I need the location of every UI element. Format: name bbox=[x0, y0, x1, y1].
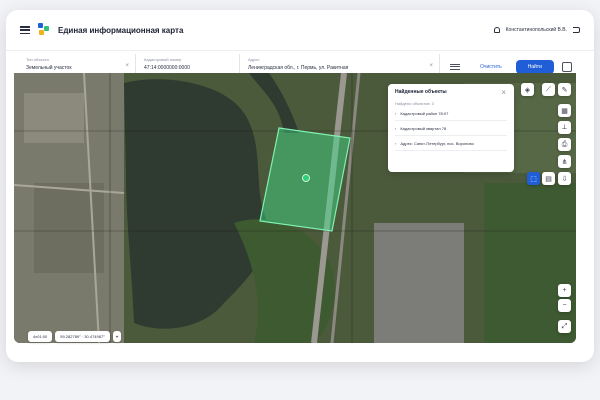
clear-field-icon[interactable]: × bbox=[429, 63, 433, 69]
field-value: 47:14:0000000:0000 bbox=[144, 64, 190, 71]
zoom-readout: 4x01:00 bbox=[28, 331, 53, 342]
urban-block bbox=[24, 93, 84, 143]
ruler-icon[interactable]: ⟋ bbox=[542, 83, 555, 96]
filter-list-icon[interactable] bbox=[448, 60, 462, 74]
app-header: Единая информационная карта Константиноп… bbox=[6, 10, 594, 50]
export-icon[interactable]: ⇩ bbox=[558, 172, 571, 185]
field-label: Тип объекта bbox=[26, 56, 49, 62]
app-title: Единая информационная карта bbox=[58, 25, 184, 35]
results-title: Найденные объекты bbox=[395, 89, 447, 95]
clear-button[interactable]: Очистить bbox=[470, 60, 512, 74]
basemap-icon[interactable]: ▦ bbox=[558, 104, 571, 117]
result-item[interactable]: › Адрес: Санкт-Петербург, пос. Вороново bbox=[395, 136, 507, 151]
forest-area bbox=[484, 183, 576, 343]
share-icon[interactable]: ⋔ bbox=[558, 155, 571, 168]
result-label: Адрес: Санкт-Петербург, пос. Вороново bbox=[400, 141, 474, 146]
draw-icon[interactable]: ✎ bbox=[558, 83, 571, 96]
layers-grid-icon[interactable] bbox=[561, 61, 572, 72]
user-area: Константинопольский В.В. bbox=[493, 27, 580, 33]
industrial-area bbox=[374, 223, 464, 343]
print-icon[interactable]: ⎙ bbox=[558, 138, 571, 151]
clear-field-icon[interactable]: × bbox=[125, 63, 129, 69]
select-area-icon[interactable]: ⬚ bbox=[527, 172, 540, 185]
result-label: Кадастровый район 78:07 bbox=[400, 111, 449, 116]
field-label: Адрес bbox=[248, 56, 260, 62]
field-value: Земельный участок bbox=[26, 64, 72, 71]
chevron-right-icon: › bbox=[395, 141, 397, 146]
parcel-marker-icon[interactable] bbox=[302, 174, 310, 182]
map-status-bar: 4x01:00 59.282789° · 30.474987° ⌖ bbox=[28, 331, 122, 342]
result-item[interactable]: › Кадастровый район 78:07 bbox=[395, 106, 507, 121]
user-name[interactable]: Константинопольский В.В. bbox=[506, 27, 567, 33]
zoom-in-icon[interactable]: + bbox=[558, 284, 571, 297]
layers-icon[interactable]: ◈ bbox=[521, 83, 534, 96]
close-icon[interactable]: × bbox=[501, 88, 506, 97]
app-logo bbox=[38, 23, 50, 37]
measure-icon[interactable]: ⟂ bbox=[558, 121, 571, 134]
locate-icon[interactable]: ⌖ bbox=[112, 331, 122, 342]
chevron-right-icon: › bbox=[395, 126, 397, 131]
coordinates-readout: 59.282789° · 30.474987° bbox=[55, 331, 110, 342]
document-icon[interactable]: ▤ bbox=[542, 172, 555, 185]
result-item[interactable]: › Кадастровый квартал 78 bbox=[395, 121, 507, 136]
search-results-panel: Найденные объекты × Найдено объектов: 3 … bbox=[388, 84, 514, 172]
fullscreen-icon[interactable]: ⤢ bbox=[558, 320, 571, 333]
field-label: Кадастровый номер bbox=[144, 56, 182, 62]
notification-bell-icon[interactable] bbox=[493, 27, 500, 33]
chevron-right-icon: › bbox=[395, 111, 397, 116]
zoom-out-icon[interactable]: − bbox=[558, 299, 571, 312]
menu-icon[interactable] bbox=[20, 26, 30, 34]
field-value: Ленинградская обл., г. Пермь, ул. Ракитн… bbox=[248, 64, 349, 71]
logout-icon[interactable] bbox=[573, 27, 580, 33]
find-button[interactable]: Найти bbox=[515, 59, 554, 74]
result-label: Кадастровый квартал 78 bbox=[400, 126, 447, 131]
